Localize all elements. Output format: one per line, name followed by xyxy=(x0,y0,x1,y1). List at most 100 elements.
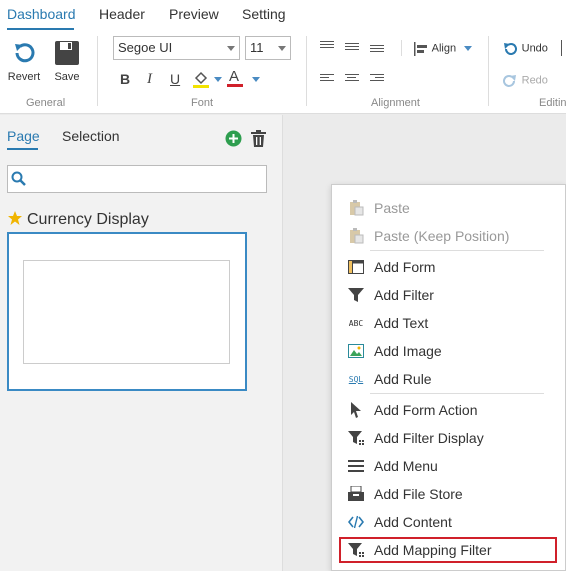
menu-item-label: Add Menu xyxy=(374,458,438,474)
undo-button[interactable]: Undo xyxy=(502,40,548,57)
menu-item-add-content[interactable]: Add Content xyxy=(340,509,556,535)
menu-separator xyxy=(370,250,544,251)
chevron-down-icon xyxy=(227,46,235,51)
top-tab-bar: Dashboard Header Preview Setting xyxy=(0,0,566,30)
plus-circle-icon xyxy=(225,130,242,147)
align-middle-icon[interactable] xyxy=(345,43,359,53)
menu-item-add-form-action[interactable]: Add Form Action xyxy=(340,397,556,423)
menu-item-label: Add Form xyxy=(374,259,436,275)
underline-button[interactable]: U xyxy=(170,71,180,87)
font-color-letter: A xyxy=(229,68,240,85)
revert-button[interactable]: Revert xyxy=(2,40,46,83)
ribbon-divider xyxy=(488,36,489,106)
highlight-color-button[interactable] xyxy=(192,70,210,91)
filter-display-icon xyxy=(348,430,364,446)
paint-bucket-icon xyxy=(193,71,209,88)
text-align-center-icon[interactable] xyxy=(345,74,359,84)
group-label-editing: Editin xyxy=(539,97,566,109)
font-color-button[interactable]: A xyxy=(227,68,243,87)
delete-page-button[interactable] xyxy=(251,130,266,150)
filter-icon xyxy=(348,287,364,303)
menu-icon xyxy=(348,458,364,474)
text-align-right-icon[interactable] xyxy=(370,74,384,84)
menu-item-add-filter-display[interactable]: Add Filter Display xyxy=(340,425,556,451)
font-family-select[interactable]: Segoe UI xyxy=(113,36,240,60)
menu-item-label: Add Content xyxy=(374,514,452,530)
panel-tab-page[interactable]: Page xyxy=(7,128,40,144)
add-page-button[interactable] xyxy=(225,130,242,150)
page-thumbnail-preview xyxy=(23,260,230,364)
menu-item-label: Add Form Action xyxy=(374,402,478,418)
save-button[interactable]: Save xyxy=(45,40,89,83)
save-icon xyxy=(55,41,79,65)
code-icon xyxy=(348,514,364,530)
tab-dashboard[interactable]: Dashboard xyxy=(7,6,76,22)
menu-item-paste: Paste xyxy=(340,195,556,221)
menu-item-label: Add Filter xyxy=(374,287,434,303)
align-dropdown-button[interactable]: Align xyxy=(414,40,472,56)
more-button[interactable] xyxy=(561,40,566,56)
ribbon-divider xyxy=(306,36,307,106)
menu-item-label: Add Text xyxy=(374,315,429,331)
paste-icon xyxy=(348,200,364,216)
group-label-font: Font xyxy=(191,97,214,109)
group-label-alignment: Alignment xyxy=(371,97,420,109)
font-size-value: 11 xyxy=(250,40,264,55)
font-size-select[interactable]: 11 xyxy=(245,36,291,60)
menu-item-label: Add Rule xyxy=(374,371,432,387)
form-icon xyxy=(348,259,364,275)
bold-button[interactable]: B xyxy=(120,71,130,87)
trash-icon xyxy=(251,130,266,147)
search-input[interactable] xyxy=(7,165,267,193)
text-align-left-icon[interactable] xyxy=(320,74,334,84)
menu-item-label: Add File Store xyxy=(374,486,463,502)
group-label-general: General xyxy=(26,97,66,109)
sql-icon: SQL xyxy=(348,374,364,384)
undo-label: Undo xyxy=(521,42,548,55)
menu-item-add-file-store[interactable]: Add File Store xyxy=(340,481,556,507)
menu-item-add-text[interactable]: ABC Add Text xyxy=(340,310,556,336)
menu-item-add-image[interactable]: Add Image xyxy=(340,338,556,364)
align-top-icon[interactable] xyxy=(320,41,334,51)
chevron-down-icon[interactable] xyxy=(252,77,260,82)
page-thumbnail[interactable] xyxy=(7,232,247,391)
search-icon xyxy=(11,171,26,186)
menu-item-label: Paste xyxy=(374,200,410,216)
file-store-icon xyxy=(348,486,364,502)
font-family-value: Segoe UI xyxy=(118,40,173,55)
image-icon xyxy=(348,343,364,359)
menu-item-add-menu[interactable]: Add Menu xyxy=(340,453,556,479)
tab-setting[interactable]: Setting xyxy=(242,6,286,22)
selection-highlight-box xyxy=(339,537,557,563)
panel-tab-selection[interactable]: Selection xyxy=(62,128,120,144)
menu-item-add-filter[interactable]: Add Filter xyxy=(340,282,556,308)
italic-button[interactable]: I xyxy=(147,71,152,88)
menu-item-label: Add Filter Display xyxy=(374,430,484,446)
align-left-icon xyxy=(414,41,427,56)
menu-item-add-form[interactable]: Add Form xyxy=(340,254,556,280)
redo-label: Redo xyxy=(521,74,548,87)
menu-item-paste-keep-position: Paste (Keep Position) xyxy=(340,223,556,249)
panel-tab-underline xyxy=(7,148,38,150)
chevron-down-icon xyxy=(463,46,472,52)
align-dropdown-label: Align xyxy=(431,42,457,55)
menu-item-add-rule[interactable]: SQL Add Rule xyxy=(340,366,556,392)
chevron-down-icon[interactable] xyxy=(214,77,222,82)
align-bottom-icon[interactable] xyxy=(370,45,384,55)
menu-separator xyxy=(370,393,544,394)
tab-header[interactable]: Header xyxy=(99,6,145,22)
page-item-title[interactable]: Currency Display xyxy=(27,211,149,229)
star-icon xyxy=(8,211,22,225)
redo-button[interactable]: Redo xyxy=(502,72,548,89)
save-label: Save xyxy=(54,71,80,83)
undo-icon xyxy=(504,42,517,55)
redo-icon xyxy=(503,74,516,87)
text-abc-icon: ABC xyxy=(348,318,364,328)
revert-icon xyxy=(15,43,35,63)
ribbon-divider xyxy=(401,40,402,56)
paste-keep-icon xyxy=(348,228,364,244)
revert-label: Revert xyxy=(7,71,41,83)
chevron-down-icon xyxy=(278,46,286,51)
menu-item-label: Add Image xyxy=(374,343,442,359)
tab-preview[interactable]: Preview xyxy=(169,6,219,22)
